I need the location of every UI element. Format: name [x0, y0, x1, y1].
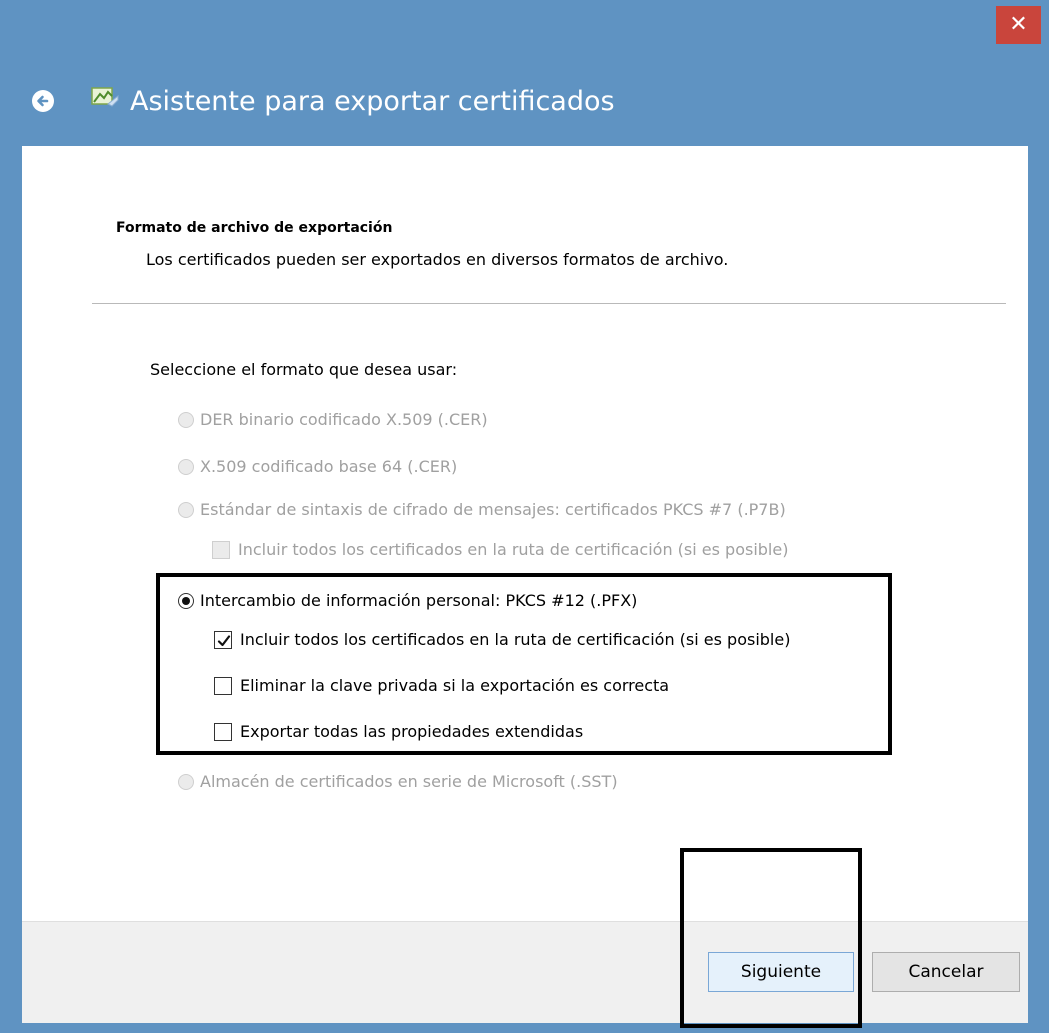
- radio-option-base64[interactable]: X.509 codificado base 64 (.CER): [178, 457, 457, 476]
- wizard-window: ✕ Asistente para exportar certificados F…: [0, 0, 1049, 1033]
- wizard-title: Asistente para exportar certificados: [130, 86, 615, 117]
- radio-button-p7b[interactable]: [178, 501, 194, 518]
- page-title: Formato de archivo de exportación: [116, 220, 393, 236]
- close-icon: ✕: [1009, 12, 1028, 37]
- radio-option-der[interactable]: DER binario codificado X.509 (.CER): [178, 410, 488, 429]
- radio-label-base64: X.509 codificado base 64 (.CER): [200, 457, 458, 476]
- format-select-label: Seleccione el formato que desea usar:: [150, 360, 458, 379]
- pfx-highlight-frame: [156, 573, 892, 755]
- radio-label-der: DER binario codificado X.509 (.CER): [200, 410, 488, 429]
- radio-label-sst: Almacén de certificados en serie de Micr…: [200, 772, 618, 791]
- header-separator: [92, 303, 1006, 304]
- wizard-content: Formato de archivo de exportación Los ce…: [22, 146, 1028, 921]
- radio-button-sst[interactable]: [178, 773, 194, 790]
- radio-option-sst[interactable]: Almacén de certificados en serie de Micr…: [178, 772, 618, 791]
- checkbox-p7b-include-all[interactable]: [212, 540, 230, 559]
- close-button[interactable]: ✕: [996, 6, 1041, 44]
- radio-option-p7b[interactable]: Estándar de sintaxis de cifrado de mensa…: [178, 500, 786, 519]
- checkbox-option-p7b-include-all[interactable]: Incluir todos los certificados en la rut…: [212, 540, 788, 559]
- radio-button-der[interactable]: [178, 411, 194, 428]
- cancel-button[interactable]: Cancelar: [872, 952, 1020, 992]
- certificate-icon: [88, 82, 122, 116]
- radio-label-p7b: Estándar de sintaxis de cifrado de mensa…: [200, 500, 786, 519]
- back-arrow-icon: [37, 95, 49, 107]
- page-description: Los certificados pueden ser exportados e…: [146, 250, 729, 269]
- wizard-footer: Siguiente Cancelar: [22, 921, 1028, 1023]
- title-bar: Asistente para exportar certificados: [0, 64, 1049, 144]
- checkbox-label-p7b-include-all: Incluir todos los certificados en la rut…: [238, 540, 789, 559]
- back-button[interactable]: [32, 90, 54, 112]
- next-highlight-frame: [680, 848, 862, 1028]
- radio-button-base64[interactable]: [178, 458, 194, 475]
